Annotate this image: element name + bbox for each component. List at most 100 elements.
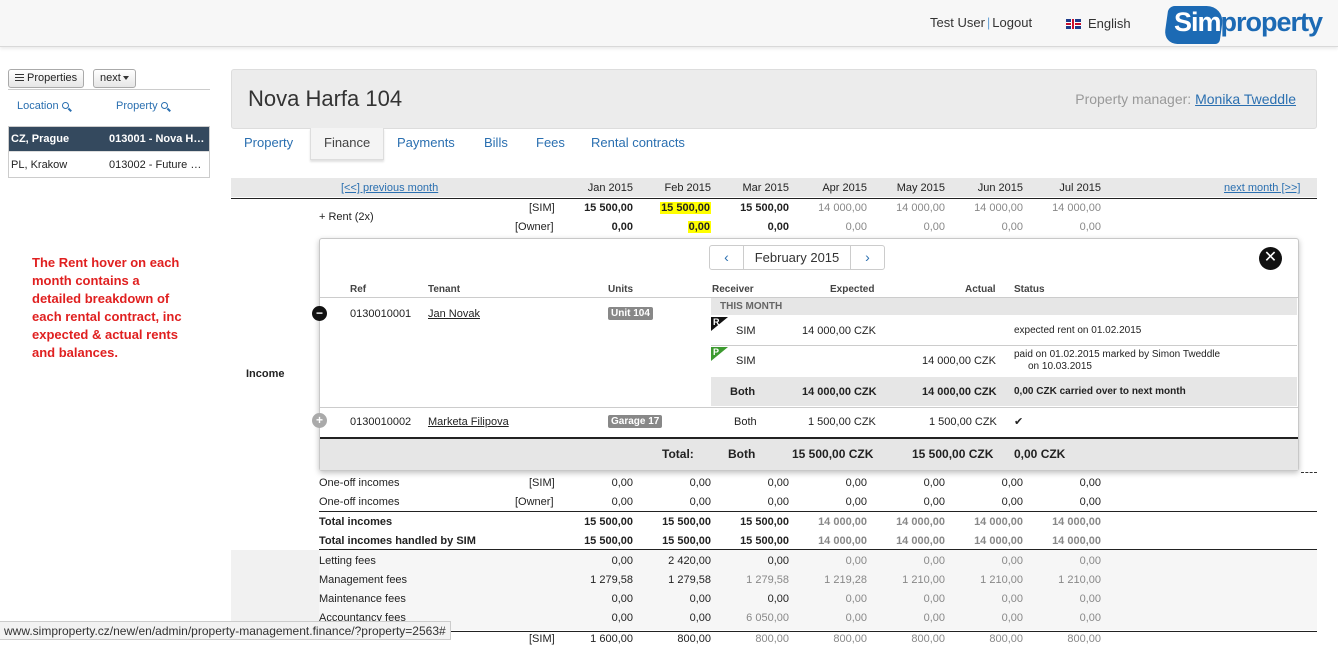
rent-row-toggle[interactable]: + Rent (2x) bbox=[319, 211, 374, 223]
oneoff-owner-cell: 0,00 bbox=[611, 496, 633, 508]
total-status: 0,00 CZK bbox=[1014, 447, 1066, 461]
month-header-cell: Jan 2015 bbox=[587, 182, 633, 194]
col-header-ref: Ref bbox=[350, 284, 367, 295]
receiver-cell: Both bbox=[734, 416, 757, 428]
status-cell: expected rent on 01.02.2015 bbox=[1014, 325, 1142, 336]
close-icon[interactable]: ✕ bbox=[1259, 247, 1282, 270]
fee-cell: 0,00 bbox=[767, 555, 789, 567]
tab-fees[interactable]: Fees bbox=[523, 128, 578, 160]
caret-down-icon bbox=[122, 76, 129, 80]
total-incomes-label: Total incomes bbox=[319, 516, 393, 528]
previous-month-link[interactable]: [<<] previous month bbox=[341, 182, 438, 194]
search-icon bbox=[160, 102, 168, 109]
status-cell: paid on 01.02.2015 marked by Simon Twedd… bbox=[1014, 349, 1221, 360]
fee-cell: 0,00 bbox=[923, 612, 945, 624]
fee-row-label: Maintenance fees bbox=[319, 593, 406, 605]
tab-rental-contracts[interactable]: Rental contracts bbox=[578, 128, 698, 160]
tab-property[interactable]: Property bbox=[231, 128, 306, 160]
rent-owner-cell[interactable]: 0,00 bbox=[719, 221, 789, 233]
rent-owner-cell[interactable]: 0,00 bbox=[563, 221, 633, 233]
logout-link[interactable]: Logout bbox=[992, 15, 1032, 30]
oneoff-sim-tag: [SIM] bbox=[529, 477, 555, 489]
col-header-status: Status bbox=[1014, 284, 1045, 295]
rent-sim-cell[interactable]: 15 500,00 bbox=[719, 202, 789, 214]
total-incomes-cell: 15 500,00 bbox=[740, 516, 789, 528]
bottom-cell: 800,00 bbox=[833, 633, 867, 645]
fee-cell: 1 279,58 bbox=[590, 574, 633, 586]
user-name-link[interactable]: Test User bbox=[930, 15, 985, 30]
rent-sim-cell[interactable]: 14 000,00 bbox=[953, 202, 1023, 214]
rent-owner-cell[interactable]: 0,00 bbox=[797, 221, 867, 233]
fee-cell: 0,00 bbox=[1079, 555, 1101, 567]
rent-owner-cell[interactable]: 0,00 bbox=[1031, 221, 1101, 233]
property-column-header[interactable]: Property bbox=[116, 100, 168, 112]
language-selector[interactable]: English bbox=[1066, 16, 1131, 31]
expand-icon[interactable]: + bbox=[312, 413, 327, 428]
rent-owner-cell[interactable]: 0,00 bbox=[953, 221, 1023, 233]
simproperty-logo[interactable]: Simproperty bbox=[1163, 4, 1323, 44]
tab-bills[interactable]: Bills bbox=[471, 128, 521, 160]
tenant-link[interactable]: Jan Novak bbox=[428, 308, 480, 320]
oneoff-owner-cell: 0,00 bbox=[689, 496, 711, 508]
fee-cell: 6 050,00 bbox=[746, 612, 789, 624]
oneoff-sim-cell: 0,00 bbox=[689, 477, 711, 489]
month-header-cell: May 2015 bbox=[896, 182, 945, 194]
fee-cell: 0,00 bbox=[923, 555, 945, 567]
next-month-button[interactable]: › bbox=[851, 246, 884, 269]
collapse-icon[interactable]: − bbox=[312, 306, 327, 321]
rent-owner-tag: [Owner] bbox=[515, 221, 554, 233]
next-button[interactable]: next bbox=[93, 69, 136, 88]
oneoff-sim-cell: 0,00 bbox=[1079, 477, 1101, 489]
col-header-expected: Expected bbox=[830, 284, 875, 295]
fee-cell: 0,00 bbox=[845, 612, 867, 624]
bottom-cell: 800,00 bbox=[989, 633, 1023, 645]
total-receiver: Both bbox=[728, 447, 756, 461]
col-header-receiver: Receiver bbox=[712, 284, 754, 295]
total-sim-label: Total incomes handled by SIM bbox=[319, 535, 476, 547]
tab-finance[interactable]: Finance bbox=[310, 128, 385, 160]
fee-cell: 0,00 bbox=[689, 612, 711, 624]
properties-button[interactable]: Properties bbox=[8, 69, 85, 88]
oneoff-owner-label: One-off incomes bbox=[319, 496, 400, 508]
oneoff-sim-cell: 0,00 bbox=[923, 477, 945, 489]
bottom-cell: 800,00 bbox=[1067, 633, 1101, 645]
rent-sim-cell[interactable]: 14 000,00 bbox=[875, 202, 945, 214]
rent-owner-cell[interactable]: 0,00 bbox=[641, 221, 711, 233]
property-row[interactable]: PL, Krakow013002 - Future Centre bbox=[9, 152, 209, 177]
rent-sim-cell[interactable]: 15 500,00 bbox=[563, 202, 633, 214]
next-month-link[interactable]: next month [>>] bbox=[1224, 182, 1300, 194]
property-manager-link[interactable]: Monika Tweddle bbox=[1195, 91, 1296, 107]
unit-badge: Unit 104 bbox=[608, 307, 653, 320]
actual-cell: 1 500,00 CZK bbox=[929, 416, 997, 428]
check-icon: ✔ bbox=[1014, 416, 1024, 428]
browser-status-bar: www.simproperty.cz/new/en/admin/property… bbox=[0, 621, 451, 640]
fee-cell: 1 210,00 bbox=[1058, 574, 1101, 586]
bottom-cell: 800,00 bbox=[755, 633, 789, 645]
search-icon bbox=[61, 102, 69, 109]
uk-flag-icon bbox=[1066, 18, 1081, 29]
rent-sim-cell[interactable]: 14 000,00 bbox=[797, 202, 867, 214]
bottom-cell: 800,00 bbox=[677, 633, 711, 645]
rent-owner-cell[interactable]: 0,00 bbox=[875, 221, 945, 233]
location-column-header[interactable]: Location bbox=[17, 100, 69, 112]
rent-sim-cell[interactable]: 14 000,00 bbox=[1031, 202, 1101, 214]
tab-payments[interactable]: Payments bbox=[384, 128, 468, 160]
total-incomes-cell: 14 000,00 bbox=[1052, 516, 1101, 528]
user-menu: Test User | Logout bbox=[930, 15, 1033, 30]
sum-status-cell: 0,00 CZK carried over to next month bbox=[1014, 386, 1186, 397]
total-sim-cell: 14 000,00 bbox=[1052, 535, 1101, 547]
property-row[interactable]: CZ, Prague013001 - Nova Harfa 104 bbox=[9, 127, 209, 152]
total-actual: 15 500,00 CZK bbox=[912, 447, 994, 461]
month-header-cell: Feb 2015 bbox=[664, 182, 711, 194]
rent-flag-icon: R bbox=[711, 317, 728, 331]
fee-cell: 0,00 bbox=[611, 612, 633, 624]
oneoff-owner-cell: 0,00 bbox=[923, 496, 945, 508]
oneoff-sim-cell: 0,00 bbox=[845, 477, 867, 489]
unit-badge: Garage 17 bbox=[608, 415, 663, 428]
previous-month-button[interactable]: ‹ bbox=[710, 246, 743, 269]
fee-row-label: Management fees bbox=[319, 574, 408, 586]
oneoff-owner-tag: [Owner] bbox=[515, 496, 554, 508]
tenant-link[interactable]: Marketa Filipova bbox=[428, 416, 509, 428]
receiver-cell: SIM bbox=[736, 325, 756, 337]
rent-sim-cell[interactable]: 15 500,00 bbox=[641, 202, 711, 214]
